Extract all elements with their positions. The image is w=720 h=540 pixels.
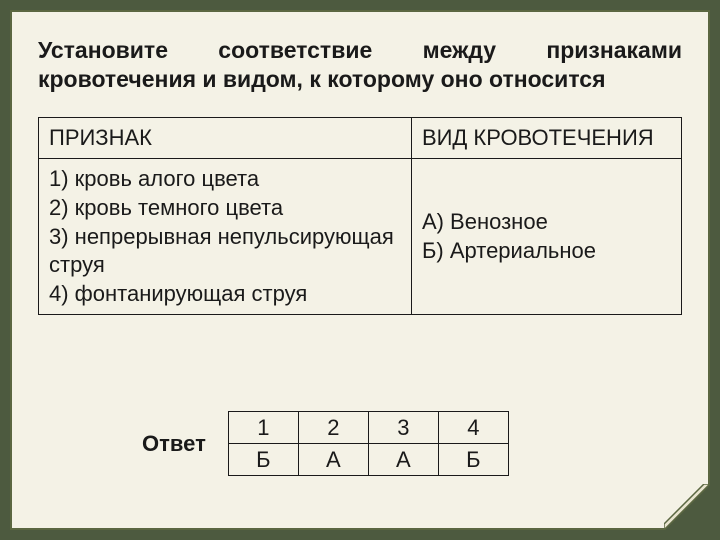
features-text: 1) кровь алого цвета 2) кровь темного цв… (49, 166, 394, 305)
header-type: ВИД КРОВОТЕЧЕНИЯ (411, 117, 681, 159)
answer-block: Ответ 1 2 3 4 Б А А Б (142, 411, 509, 476)
page-fold-icon (664, 484, 710, 530)
types-text: А) Венозное Б) Артериальное (422, 209, 596, 263)
heading-line-1: Установите соответствие между признаками (38, 37, 682, 63)
features-cell: 1) кровь алого цвета 2) кровь темного цв… (39, 159, 412, 315)
types-cell: А) Венозное Б) Артериальное (411, 159, 681, 315)
answer-val-3: А (368, 444, 438, 476)
slide-content: Установите соответствие между признаками… (10, 10, 710, 530)
heading-line-2: кровотечения и видом, к которому оно отн… (38, 65, 682, 94)
answer-col-1: 1 (228, 412, 298, 444)
header-feature: ПРИЗНАК (39, 117, 412, 159)
matching-table: ПРИЗНАК ВИД КРОВОТЕЧЕНИЯ 1) кровь алого … (38, 117, 682, 316)
slide-frame: Установите соответствие между признаками… (0, 0, 720, 540)
answer-col-2: 2 (298, 412, 368, 444)
answer-col-3: 3 (368, 412, 438, 444)
answer-table: 1 2 3 4 Б А А Б (228, 411, 509, 476)
answer-val-1: Б (228, 444, 298, 476)
task-heading: Установите соответствие между признаками… (38, 36, 682, 95)
answer-val-2: А (298, 444, 368, 476)
answer-header-row: 1 2 3 4 (228, 412, 508, 444)
answer-val-4: Б (438, 444, 508, 476)
answer-label: Ответ (142, 431, 206, 457)
answer-value-row: Б А А Б (228, 444, 508, 476)
answer-col-4: 4 (438, 412, 508, 444)
